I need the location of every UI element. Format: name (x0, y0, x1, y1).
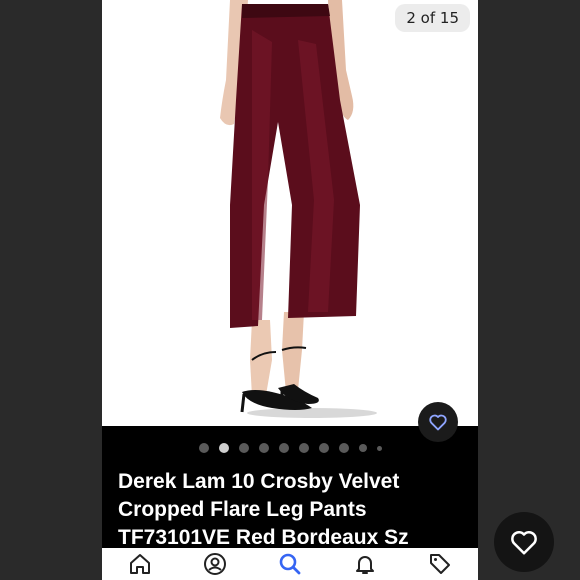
home-icon (129, 554, 150, 574)
carousel-dot[interactable] (198, 443, 209, 453)
tab-home[interactable] (122, 548, 158, 580)
carousel-dot[interactable] (318, 443, 329, 453)
carousel-dot[interactable] (358, 444, 367, 452)
bottom-tab-bar (102, 548, 478, 580)
carousel-dot[interactable] (238, 443, 249, 453)
product-photo (220, 0, 377, 418)
carousel-dot[interactable] (338, 443, 349, 453)
tab-search[interactable] (272, 548, 308, 580)
tag-icon (430, 554, 451, 574)
like-button-small[interactable] (418, 402, 458, 442)
account-icon (203, 553, 226, 575)
like-button-floating[interactable] (494, 512, 554, 572)
carousel-dot[interactable] (298, 443, 309, 453)
carousel-dots (102, 443, 478, 453)
product-image-carousel[interactable]: 2 of 15 (102, 0, 478, 426)
listing-title: Derek Lam 10 Crosby Velvet Cropped Flare… (118, 470, 409, 549)
tab-notifications[interactable] (347, 548, 383, 580)
phone-screen: 2 of 15 Derek Lam 10 Crosby Velvet Cropp… (102, 0, 478, 580)
carousel-dot[interactable] (258, 443, 269, 453)
carousel-dot-active[interactable] (218, 443, 229, 453)
heart-icon (511, 531, 537, 555)
tab-account[interactable] (197, 548, 233, 580)
carousel-dot[interactable] (278, 443, 289, 453)
tab-sell[interactable] (422, 548, 458, 580)
search-icon (279, 553, 301, 575)
heart-icon (429, 414, 447, 431)
bell-icon (356, 556, 375, 574)
image-counter-badge: 2 of 15 (395, 4, 470, 32)
carousel-dot[interactable] (376, 445, 382, 451)
